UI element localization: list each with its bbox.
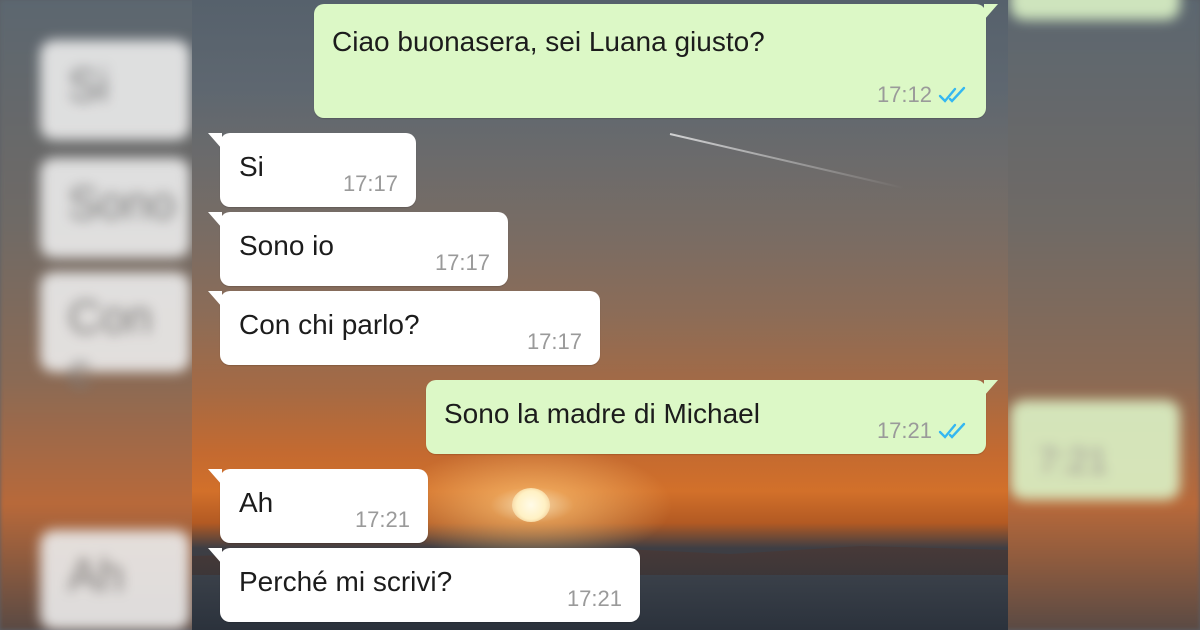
double-check-icon [938,421,968,441]
message-meta: 17:17 [527,329,582,355]
message-meta: 17:17 [343,171,398,197]
message-time: 17:21 [876,418,932,443]
sun [512,488,550,522]
message-time: 17:21 [354,507,410,532]
message-text: Si [239,151,264,182]
blurred-bubble: Ah [40,530,190,630]
message-text: Ciao buonasera, sei Luana giusto? [332,26,765,57]
blurred-bubble: Con c [40,272,190,397]
message-meta: 17:21 [567,586,622,612]
blurred-bubble [1010,0,1180,20]
outgoing-message[interactable]: Ciao buonasera, sei Luana giusto? 17:12 [314,4,998,118]
message-time: 17:17 [526,329,582,354]
message-meta: 17:17 [435,250,490,276]
message-time: 17:12 [876,82,932,107]
message-meta: 17:12 [877,82,968,108]
contrail [669,133,905,189]
message-meta: 17:21 [355,507,410,533]
message-time: 17:21 [566,586,622,611]
message-text: Con chi parlo? [239,309,420,340]
message-meta: 17:21 [877,418,968,444]
chat-panel[interactable]: Ciao buonasera, sei Luana giusto? 17:12 … [192,0,1008,630]
outgoing-message[interactable]: Sono la madre di Michael 17:21 [426,380,998,454]
message-time: 17:17 [434,250,490,275]
blurred-bubble: Sono [40,158,190,258]
incoming-message[interactable]: Perché mi scrivi? 17:21 [208,548,640,622]
message-time: 17:17 [342,171,398,196]
message-text: Sono la madre di Michael [444,398,760,429]
incoming-message[interactable]: Sono io 17:17 [208,212,508,286]
blurred-bubble: Si [40,40,190,140]
message-text: Sono io [239,230,334,261]
double-check-icon [938,85,968,105]
message-text: Perché mi scrivi? [239,566,453,597]
message-text: Ah [239,487,274,518]
blurred-bubble: 7:21 [1010,400,1180,500]
incoming-message[interactable]: Con chi parlo? 17:17 [208,291,600,365]
incoming-message[interactable]: Si 17:17 [208,133,416,207]
incoming-message[interactable]: Ah 17:21 [208,469,428,543]
